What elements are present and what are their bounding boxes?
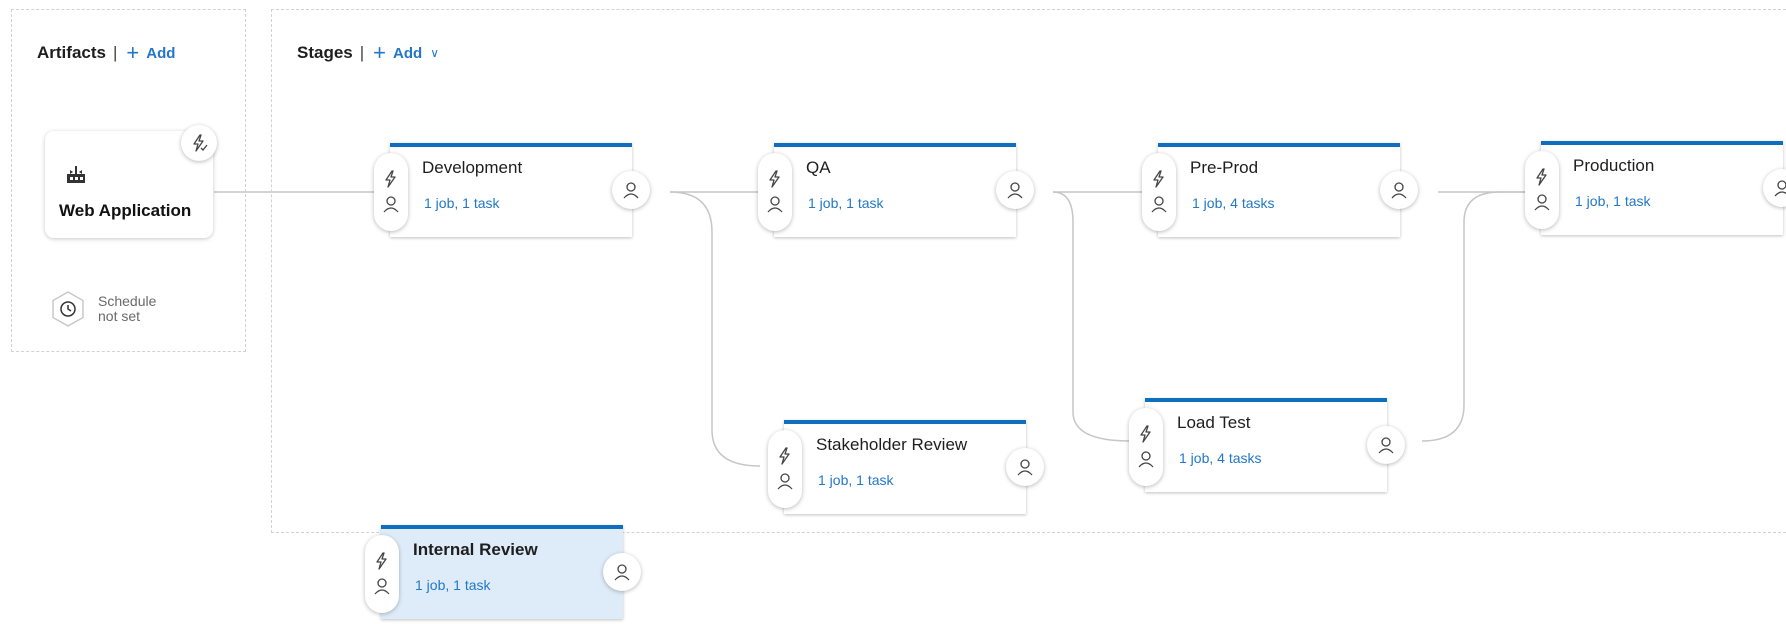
stage-jobs-link[interactable]: 1 job, 1 task xyxy=(415,577,491,593)
person-approval-icon xyxy=(1391,182,1407,199)
schedule-line-1: Schedule xyxy=(98,293,157,309)
plus-icon: + xyxy=(126,40,140,65)
stage-jobs-link[interactable]: 1 job, 1 task xyxy=(818,472,894,488)
stage-jobs-link[interactable]: 1 job, 4 tasks xyxy=(1192,195,1275,211)
plus-icon: + xyxy=(373,40,387,65)
post-deployment-conditions[interactable] xyxy=(612,171,650,209)
lightning-trigger-icon xyxy=(193,134,208,152)
person-approval-icon xyxy=(1378,437,1394,454)
person-approval-icon xyxy=(1151,196,1167,213)
chevron-down-icon: ∨ xyxy=(430,46,439,60)
person-approval-icon xyxy=(614,564,630,581)
stages-title: Stages xyxy=(297,43,353,62)
person-approval-icon xyxy=(374,578,390,595)
post-deployment-conditions[interactable] xyxy=(1006,448,1044,486)
stage-name: Development xyxy=(422,158,523,177)
pre-deployment-conditions[interactable] xyxy=(768,430,802,508)
lightning-trigger-icon xyxy=(1140,425,1151,443)
header-separator: | xyxy=(112,43,118,62)
person-approval-icon xyxy=(1774,180,1786,197)
lightning-trigger-icon xyxy=(1536,168,1547,186)
stage-card-stakeholder-review[interactable]: Stakeholder Review 1 job, 1 task xyxy=(768,420,1044,514)
add-artifact-label: Add xyxy=(146,44,176,62)
stage-card-production[interactable]: Production 1 job, 1 task xyxy=(1525,141,1786,235)
artifacts-title: Artifacts xyxy=(37,43,106,62)
stage-card-pre-prod[interactable]: Pre-Prod 1 job, 4 tasks xyxy=(1142,143,1418,237)
header-separator: | xyxy=(359,43,365,62)
stage-card-load-test[interactable]: Load Test 1 job, 4 tasks xyxy=(1129,398,1405,492)
release-pipeline-canvas: Artifacts | + Add Web Application Schedu… xyxy=(0,0,1786,624)
schedule-label: Schedule not set xyxy=(98,294,156,324)
person-approval-icon xyxy=(1017,459,1033,476)
stage-jobs-link[interactable]: 1 job, 4 tasks xyxy=(1179,450,1262,466)
person-approval-icon xyxy=(623,182,639,199)
stages-header: Stages | + Add ∨ xyxy=(297,42,439,64)
lightning-trigger-icon xyxy=(779,447,790,465)
person-approval-icon xyxy=(1007,182,1023,199)
person-approval-icon xyxy=(1534,194,1550,211)
post-deployment-conditions[interactable] xyxy=(996,171,1034,209)
stage-card-internal-review[interactable]: Internal Review 1 job, 1 task xyxy=(365,525,641,619)
artifacts-header: Artifacts | + Add xyxy=(37,42,175,64)
person-approval-icon xyxy=(1138,451,1154,468)
stage-card-development[interactable]: Development 1 job, 1 task xyxy=(374,143,650,237)
pre-deployment-conditions[interactable] xyxy=(1129,408,1163,486)
artifact-name: Web Application xyxy=(59,201,192,220)
lightning-trigger-icon xyxy=(385,170,396,188)
pre-deployment-conditions[interactable] xyxy=(365,535,399,613)
person-approval-icon xyxy=(383,196,399,213)
lightning-trigger-icon xyxy=(376,552,387,570)
post-deployment-conditions[interactable] xyxy=(603,553,641,591)
stage-jobs-link[interactable]: 1 job, 1 task xyxy=(424,195,500,211)
post-deployment-conditions[interactable] xyxy=(1380,171,1418,209)
stage-jobs-link[interactable]: 1 job, 1 task xyxy=(808,195,884,211)
add-stage-label: Add xyxy=(393,44,423,62)
stage-card-qa[interactable]: QA 1 job, 1 task xyxy=(758,143,1034,237)
stage-name: Stakeholder Review xyxy=(816,435,968,454)
add-stage-button[interactable]: + Add ∨ xyxy=(373,42,439,64)
stage-name: Pre-Prod xyxy=(1190,158,1259,177)
pre-deployment-conditions[interactable] xyxy=(1142,153,1176,231)
pre-deployment-conditions[interactable] xyxy=(374,153,408,231)
pre-deployment-conditions[interactable] xyxy=(758,153,792,231)
pre-deployment-conditions[interactable] xyxy=(1525,151,1559,229)
build-icon xyxy=(67,166,85,183)
lightning-trigger-icon xyxy=(1153,170,1164,188)
post-deployment-conditions[interactable] xyxy=(1367,426,1405,464)
person-approval-icon xyxy=(777,473,793,490)
artifact-card-web-application[interactable]: Web Application xyxy=(45,125,217,238)
schedule-trigger[interactable]: Schedule not set xyxy=(48,289,156,329)
stage-name: Internal Review xyxy=(413,540,538,559)
stage-name: QA xyxy=(806,158,831,177)
add-artifact-button[interactable]: + Add xyxy=(126,42,175,64)
stage-name: Load Test xyxy=(1177,413,1251,432)
schedule-line-2: not set xyxy=(98,308,141,324)
person-approval-icon xyxy=(767,196,783,213)
stage-name: Production xyxy=(1573,156,1655,175)
clock-icon xyxy=(52,291,84,327)
post-deployment-conditions[interactable] xyxy=(1763,169,1786,207)
lightning-trigger-icon xyxy=(769,170,780,188)
stage-jobs-link[interactable]: 1 job, 1 task xyxy=(1575,193,1651,209)
artifact-trigger-button[interactable] xyxy=(181,125,217,161)
